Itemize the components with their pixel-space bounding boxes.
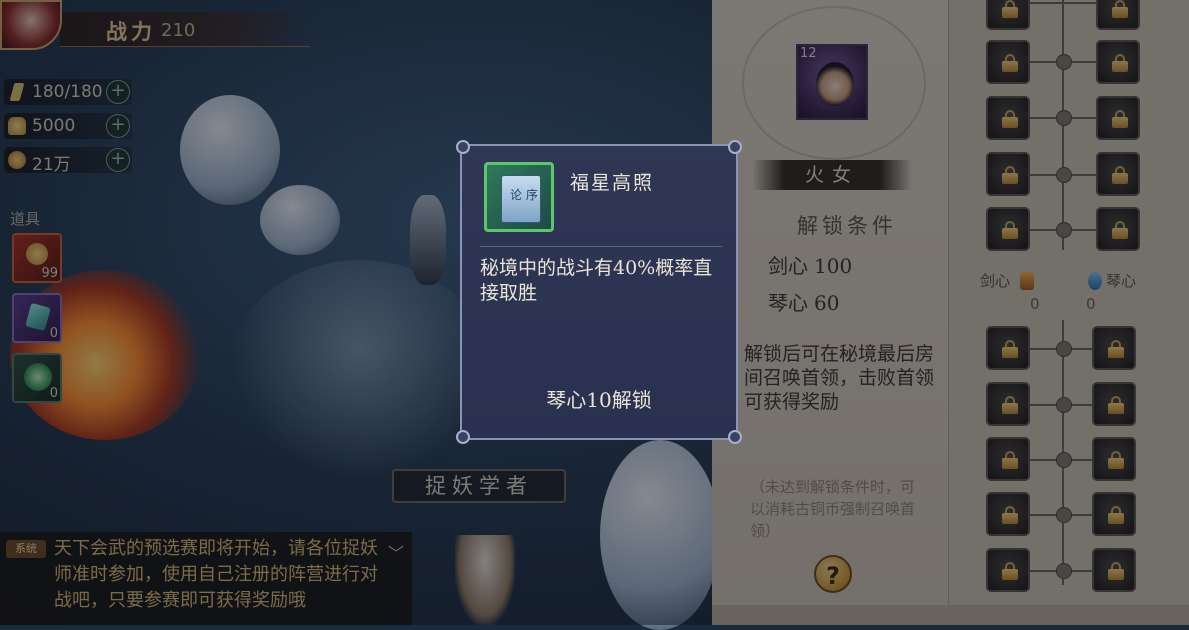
book-icon: 论 序: [501, 175, 541, 223]
skill-description: 秘境中的战斗有40%概率直接取胜: [480, 257, 713, 304]
skill-title: 福星高照: [570, 172, 655, 194]
tooltip-corner-ornament: [456, 140, 470, 154]
tooltip-corner-ornament: [456, 430, 470, 444]
tooltip-corner-ornament: [728, 140, 742, 154]
divider: [480, 246, 722, 247]
tooltip-corner-ornament: [728, 430, 742, 444]
skill-tooltip: 论 序 福星高照 秘境中的战斗有40%概率直接取胜 琴心10解锁: [456, 140, 742, 444]
skill-unlock-condition: 琴心10解锁: [546, 388, 652, 412]
book-label: 论 序: [510, 188, 538, 202]
skill-book-icon: 论 序: [484, 162, 554, 232]
